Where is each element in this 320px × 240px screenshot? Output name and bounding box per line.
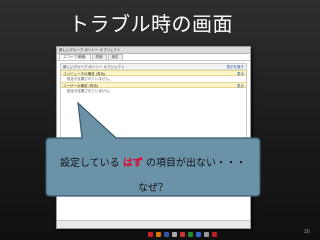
panel-header-label: 新しいグループ ポリシー オブジェクト <box>63 65 125 69</box>
computer-config-show-link[interactable]: 表示 <box>237 71 244 76</box>
app-icon-6[interactable] <box>188 232 193 237</box>
app-icon-5[interactable] <box>180 232 185 237</box>
window-titlebar: 新しいグループ ポリシー オブジェクト <box>57 47 250 54</box>
callout-highlight: はず <box>122 158 143 169</box>
callout-line-1: 設定している はず の項目が出ない・・・ <box>46 154 260 169</box>
hide-link[interactable]: 表示を隠す <box>227 64 245 69</box>
settings-panel: 新しいグループ ポリシー オブジェクト 表示を隠す コンピュータの構成 (有効)… <box>60 63 247 150</box>
app-icon-2[interactable] <box>156 232 161 237</box>
window-tabs: スコープ(範囲) 詳細 設定 <box>57 54 250 61</box>
tab-settings[interactable]: 設定 <box>107 54 123 60</box>
tab-details[interactable]: 詳細 <box>91 54 107 60</box>
page-number: 16 <box>303 229 310 235</box>
app-icon-1[interactable] <box>148 232 153 237</box>
app-icon-4[interactable] <box>172 232 177 237</box>
callout-text-after: の項目が出ない・・・ <box>146 158 247 169</box>
callout-line-2: なぜ？ <box>138 183 168 194</box>
callout-text-before: 設定している <box>59 158 120 169</box>
slide-title: トラブル時の画面 <box>69 12 233 36</box>
tab-scope[interactable]: スコープ(範囲) <box>59 54 91 60</box>
window-statusbar <box>57 220 250 228</box>
user-config-show-link[interactable]: 表示 <box>237 83 244 88</box>
app-icon-8[interactable] <box>204 232 209 237</box>
app-icon-3[interactable] <box>164 232 169 237</box>
app-icon-9[interactable] <box>212 232 217 237</box>
callout-text: 設定している はず の項目が出ない・・・ なぜ？ <box>46 138 260 196</box>
computer-config-detail-text: 設定が定義されていません。 <box>67 77 113 81</box>
user-config-detail-text: 設定が定義されていません。 <box>67 89 113 93</box>
app-icon-7[interactable] <box>196 232 201 237</box>
computer-config-label: コンピュータの構成 (有効) <box>63 72 106 76</box>
user-config-label: ユーザーの構成 (有効) <box>63 84 99 88</box>
taskbar <box>148 232 217 238</box>
